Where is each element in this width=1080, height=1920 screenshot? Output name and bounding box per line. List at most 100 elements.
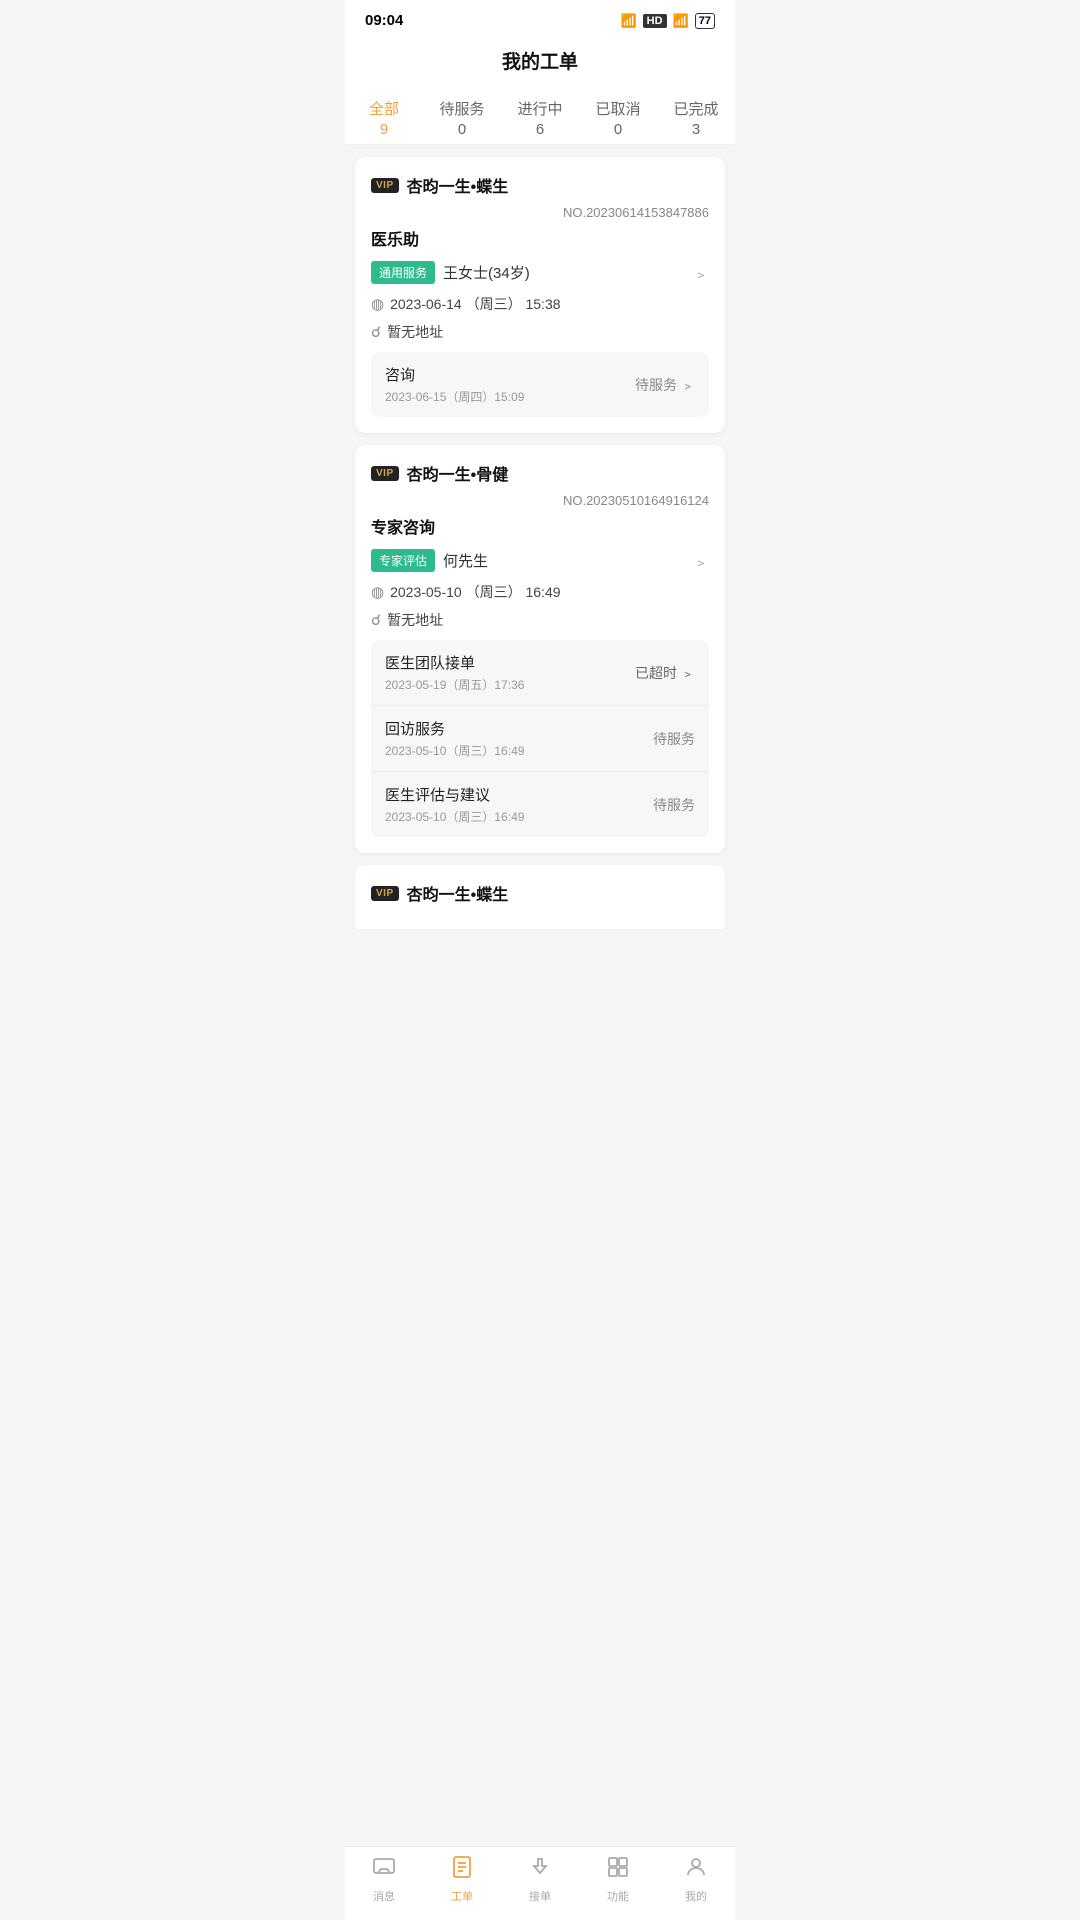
card2-tag-row[interactable]: 专家评估 何先生 ﹥ — [371, 548, 709, 572]
sub-card-2-0-title: 医生团队接单 — [385, 652, 524, 673]
card2-chevron-icon: ﹥ — [693, 548, 709, 572]
clock-icon: ◍ — [371, 295, 384, 313]
card1-vip-badge: VIP — [371, 178, 399, 193]
nav-messages-label: 消息 — [373, 1888, 395, 1904]
partial-vip-badge: VIP — [371, 886, 399, 901]
order-card-2: VIP 杏昀一生•骨健 NO.20230510164916124 专家咨询 专家… — [355, 445, 725, 853]
card1-sub-cards: 咨询 2023-06-15（周四）15:09 待服务 ﹥ — [371, 352, 709, 417]
card1-tag-left: 通用服务 王女士(34岁) — [371, 261, 530, 284]
tab-all-label: 全部 — [345, 98, 423, 119]
location-icon: ☌ — [371, 323, 381, 341]
tab-pending[interactable]: 待服务 0 — [423, 98, 501, 138]
status-bar: 09:04 📶 HD 📶 77 — [345, 0, 735, 37]
workorder-icon — [450, 1855, 474, 1885]
sub-card-1-0-status[interactable]: 待服务 ﹥ — [635, 375, 695, 395]
card2-datetime-row: ◍ 2023-05-10 （周三） 16:49 — [371, 582, 709, 602]
card2-sub-cards: 医生团队接单 2023-05-19（周五）17:36 已超时 ﹥ 回访服务 20… — [371, 640, 709, 837]
card1-patient: 王女士(34岁) — [443, 262, 530, 283]
card2-title: 杏昀一生•骨健 — [407, 461, 509, 485]
nav-functions-label: 功能 — [607, 1888, 629, 1904]
card1-address-row: ☌ 暂无地址 — [371, 322, 709, 342]
sub-card-2-2[interactable]: 医生评估与建议 2023-05-10（周三）16:49 待服务 — [371, 772, 709, 837]
nav-accept-label: 接单 — [529, 1888, 551, 1904]
sub-card-2-1-left: 回访服务 2023-05-10（周三）16:49 — [385, 718, 524, 759]
clock-icon-2: ◍ — [371, 583, 384, 601]
card2-address-row: ☌ 暂无地址 — [371, 610, 709, 630]
signal-icon: 📶 — [673, 13, 689, 29]
sub-card-1-0-title: 咨询 — [385, 364, 524, 385]
sub-card-1-0-left: 咨询 2023-06-15（周四）15:09 — [385, 364, 524, 405]
sub-card-2-0[interactable]: 医生团队接单 2023-05-19（周五）17:36 已超时 ﹥ — [371, 640, 709, 706]
status-icons: 📶 HD 📶 77 — [620, 13, 715, 29]
tab-cancelled[interactable]: 已取消 0 — [579, 98, 657, 138]
nav-workorder-label: 工单 — [451, 1888, 473, 1904]
tab-pending-label: 待服务 — [423, 98, 501, 119]
sub-card-2-1-title: 回访服务 — [385, 718, 524, 739]
mine-icon — [684, 1855, 708, 1885]
tab-bar: 全部 9 待服务 0 进行中 6 已取消 0 已完成 3 — [345, 88, 735, 145]
accept-icon — [528, 1855, 552, 1885]
sub-card-2-0-chevron: ﹥ — [681, 663, 695, 683]
tab-completed-label: 已完成 — [657, 98, 735, 119]
order-card-partial: VIP 杏昀一生•蝶生 — [355, 865, 725, 929]
nav-messages[interactable]: 消息 — [345, 1855, 423, 1904]
card2-datetime: 2023-05-10 （周三） 16:49 — [390, 582, 560, 602]
battery-icon: 77 — [695, 13, 715, 29]
tab-inprogress-label: 进行中 — [501, 98, 579, 119]
tab-inprogress-count: 6 — [501, 121, 579, 138]
card1-datetime: 2023-06-14 （周三） 15:38 — [390, 294, 560, 314]
status-time: 09:04 — [365, 12, 403, 29]
sub-card-2-0-left: 医生团队接单 2023-05-19（周五）17:36 — [385, 652, 524, 693]
hd-badge: HD — [643, 14, 667, 28]
location-icon-2: ☌ — [371, 611, 381, 629]
sub-card-2-1-status: 待服务 — [653, 729, 695, 749]
card1-header: VIP 杏昀一生•蝶生 — [371, 173, 709, 197]
sub-card-2-0-date: 2023-05-19（周五）17:36 — [385, 676, 524, 693]
card2-service-name: 专家咨询 — [371, 514, 709, 538]
sub-card-2-0-status[interactable]: 已超时 ﹥ — [635, 663, 695, 683]
card1-title: 杏昀一生•蝶生 — [407, 173, 509, 197]
messages-icon — [372, 1855, 396, 1885]
tab-pending-count: 0 — [423, 121, 501, 138]
card2-tag-left: 专家评估 何先生 — [371, 549, 488, 572]
sub-card-2-1[interactable]: 回访服务 2023-05-10（周三）16:49 待服务 — [371, 706, 709, 772]
sub-card-2-2-date: 2023-05-10（周三）16:49 — [385, 808, 524, 825]
tab-inprogress[interactable]: 进行中 6 — [501, 98, 579, 138]
tab-completed[interactable]: 已完成 3 — [657, 98, 735, 138]
partial-title: 杏昀一生•蝶生 — [407, 881, 509, 905]
nav-workorder[interactable]: 工单 — [423, 1855, 501, 1904]
sub-card-2-1-date: 2023-05-10（周三）16:49 — [385, 742, 524, 759]
content-area: VIP 杏昀一生•蝶生 NO.20230614153847886 医乐助 通用服… — [345, 145, 735, 941]
card1-chevron-icon: ﹥ — [693, 260, 709, 284]
card1-address: 暂无地址 — [387, 322, 443, 342]
card2-order-no: NO.20230510164916124 — [371, 493, 709, 508]
card2-address: 暂无地址 — [387, 610, 443, 630]
card2-header: VIP 杏昀一生•骨健 — [371, 461, 709, 485]
card1-datetime-row: ◍ 2023-06-14 （周三） 15:38 — [371, 294, 709, 314]
sub-card-1-0-chevron: ﹥ — [681, 375, 695, 395]
card2-patient: 何先生 — [443, 550, 488, 571]
card1-service-name: 医乐助 — [371, 226, 709, 250]
tab-all-count: 9 — [345, 121, 423, 138]
nav-accept[interactable]: 接单 — [501, 1855, 579, 1904]
card2-tag: 专家评估 — [371, 549, 435, 572]
tab-cancelled-label: 已取消 — [579, 98, 657, 119]
functions-icon — [606, 1855, 630, 1885]
page-title: 我的工单 — [345, 37, 735, 88]
card1-tag-row[interactable]: 通用服务 王女士(34岁) ﹥ — [371, 260, 709, 284]
sub-card-1-0[interactable]: 咨询 2023-06-15（周四）15:09 待服务 ﹥ — [371, 352, 709, 417]
order-card-1: VIP 杏昀一生•蝶生 NO.20230614153847886 医乐助 通用服… — [355, 157, 725, 433]
tab-all[interactable]: 全部 9 — [345, 98, 423, 138]
card2-vip-badge: VIP — [371, 466, 399, 481]
sub-card-2-2-status: 待服务 — [653, 795, 695, 815]
tab-completed-count: 3 — [657, 121, 735, 138]
nav-mine-label: 我的 — [685, 1888, 707, 1904]
card1-tag: 通用服务 — [371, 261, 435, 284]
nav-functions[interactable]: 功能 — [579, 1855, 657, 1904]
tab-cancelled-count: 0 — [579, 121, 657, 138]
sub-card-2-2-left: 医生评估与建议 2023-05-10（周三）16:49 — [385, 784, 524, 825]
nav-mine[interactable]: 我的 — [657, 1855, 735, 1904]
bottom-nav: 消息 工单 接单 功能 — [345, 1846, 735, 1920]
wifi-icon: 📶 — [620, 13, 636, 29]
card1-order-no: NO.20230614153847886 — [371, 205, 709, 220]
